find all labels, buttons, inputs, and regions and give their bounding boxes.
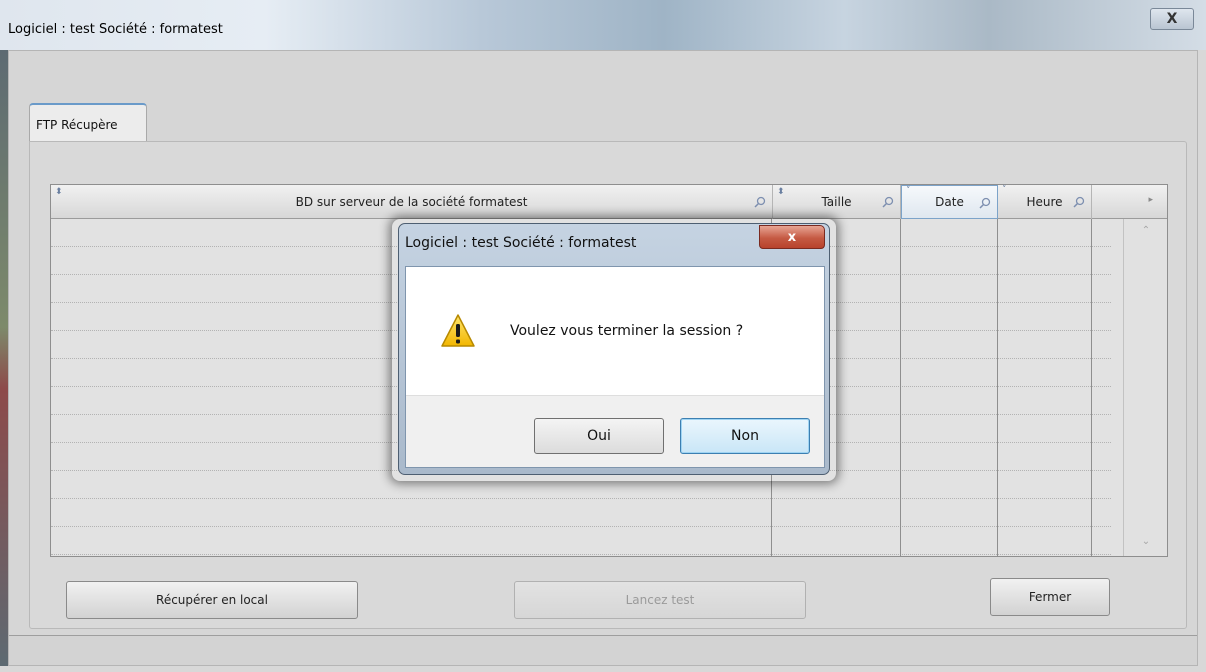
table-row[interactable] — [51, 527, 1111, 555]
table-row[interactable] — [51, 499, 1111, 527]
scroll-up-icon[interactable]: ⌃ — [1138, 225, 1154, 239]
dialog-footer: Oui Non — [406, 395, 824, 467]
column-label-bd: BD sur serveur de la société formatest — [295, 195, 528, 209]
chevron-down-icon[interactable]: ˅ — [1002, 185, 1007, 195]
column-label-heure: Heure — [1026, 195, 1063, 209]
window-title: Logiciel : test Société : formatest — [8, 22, 223, 37]
column-header-taille[interactable]: ⬍ Taille — [773, 185, 901, 219]
warning-icon — [441, 314, 475, 347]
column-label-date: Date — [935, 195, 964, 209]
column-divider — [900, 219, 901, 556]
column-divider — [1091, 219, 1092, 556]
dialog-close-button[interactable]: x — [759, 225, 825, 249]
column-divider — [997, 219, 998, 556]
scroll-right-icon[interactable]: ▸ — [1148, 195, 1153, 205]
recover-local-button[interactable]: Récupérer en local — [66, 581, 358, 619]
chevron-down-icon[interactable]: ˅ — [906, 186, 911, 196]
window-edge — [0, 50, 8, 666]
search-icon[interactable] — [754, 196, 766, 208]
tab-ftp-recupere[interactable]: FTP Récupère — [29, 103, 147, 142]
status-bar — [9, 635, 1197, 665]
sort-icon[interactable]: ⬍ — [777, 187, 785, 197]
table-header: ⬍ BD sur serveur de la société formatest… — [51, 185, 1167, 219]
column-label-taille: Taille — [821, 195, 852, 209]
close-button[interactable]: Fermer — [990, 578, 1110, 616]
vertical-scrollbar[interactable]: ⌃ ⌄ — [1123, 219, 1167, 556]
dialog-title: Logiciel : test Société : formatest — [405, 235, 637, 251]
column-header-date[interactable]: ˅ Date — [901, 185, 998, 219]
dialog-body: Voulez vous terminer la session ? Oui No… — [405, 266, 825, 468]
non-button[interactable]: Non — [680, 418, 810, 454]
search-icon[interactable] — [1073, 196, 1085, 208]
search-icon[interactable] — [882, 196, 894, 208]
search-icon[interactable] — [979, 197, 991, 209]
sort-icon[interactable]: ⬍ — [55, 187, 63, 197]
dialog-message: Voulez vous terminer la session ? — [510, 323, 744, 339]
oui-button[interactable]: Oui — [534, 418, 664, 454]
column-header-heure[interactable]: ˅ Heure — [998, 185, 1092, 219]
scroll-down-icon[interactable]: ⌄ — [1138, 536, 1154, 550]
launch-test-button[interactable]: Lancez test — [514, 581, 806, 619]
confirm-dialog: Logiciel : test Société : formatest x Vo… — [398, 223, 830, 475]
title-bar: Logiciel : test Société : formatest X — [0, 0, 1206, 50]
window-close-button[interactable]: X — [1150, 8, 1194, 30]
column-header-bd[interactable]: ⬍ BD sur serveur de la société formatest — [51, 185, 773, 219]
